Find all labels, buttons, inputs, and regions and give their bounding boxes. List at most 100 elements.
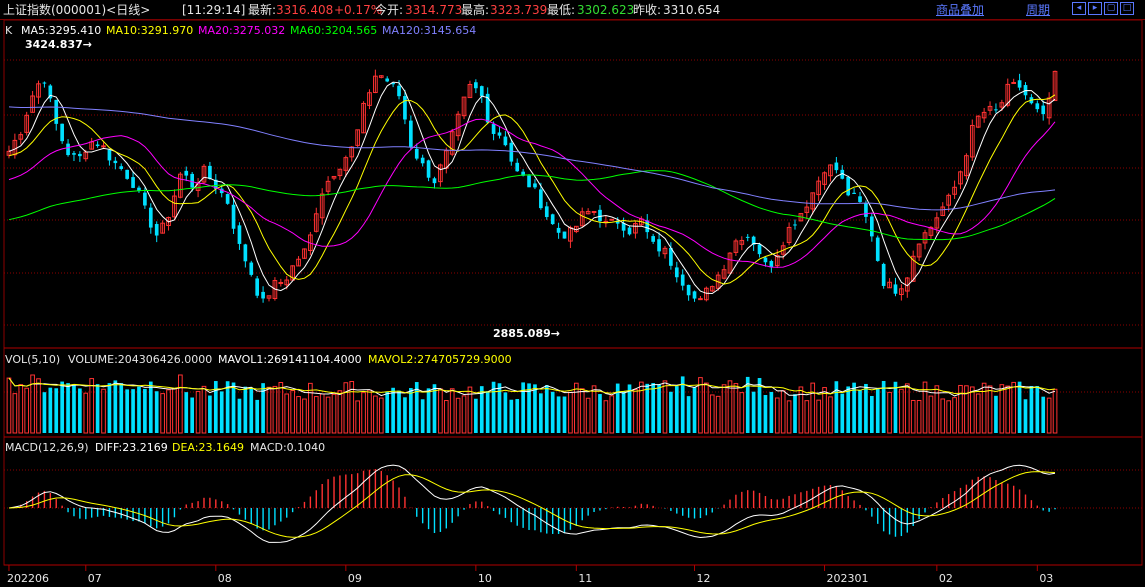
candle-body-down (137, 187, 141, 191)
prev-close-value: 3310.654 (663, 3, 721, 17)
ma20-legend: MA20:3275.032 (198, 24, 285, 37)
volume-bar-up (633, 388, 638, 434)
candle-body-up (278, 281, 284, 284)
k-label: K (5, 24, 13, 37)
volume-bar-down (550, 391, 555, 433)
candle-body-down (503, 136, 508, 146)
volume-bar-down (78, 388, 82, 433)
volume-bar-up (195, 390, 201, 434)
prev-arrow-icon[interactable]: ◂ (1072, 2, 1086, 15)
volume-bar-up (443, 400, 449, 434)
volume-bar-down (143, 388, 147, 433)
volume-bar-down (131, 389, 135, 433)
kline-chart[interactable]: K MA5:3295.410 MA10:3291.970 MA20:3275.0… (0, 20, 1145, 587)
volume-bar-up (981, 382, 987, 434)
volume-bar-up (899, 388, 904, 434)
volume-bar-down (237, 398, 242, 433)
volume-bar-down (645, 383, 650, 433)
volume-bar-up (609, 395, 615, 434)
candle-body-down (763, 257, 768, 263)
volume-bar-up (916, 399, 922, 434)
volume-bar-up (573, 382, 579, 434)
volume-bar-up (201, 385, 207, 434)
volume-bar-down (674, 386, 679, 433)
diff-line (8, 464, 1056, 543)
candle-body-down (509, 142, 514, 162)
volume-bar-down (864, 383, 868, 433)
volume-bar-up (780, 390, 786, 434)
candle-body-down (225, 194, 230, 204)
candle-body-down (385, 78, 390, 82)
candle-body-down (72, 153, 76, 155)
candle-body-down (208, 165, 212, 179)
candle-body-down (479, 86, 484, 97)
mavol1-value: MAVOL1:269141104.4000 (218, 353, 362, 366)
x-tick-label: 202301 (827, 572, 869, 585)
maximize-window-icon[interactable]: □ (1120, 2, 1134, 15)
high-value: 3323.739 (490, 3, 548, 17)
volume-bar-down (669, 391, 673, 433)
volume-bar-down (391, 387, 395, 433)
candle-body-down (745, 236, 750, 238)
volume-bar-up (715, 395, 721, 434)
volume-bar-down (113, 380, 118, 433)
volume-bar-down (154, 391, 159, 433)
volume-bar-up (373, 395, 378, 434)
x-axis: 202206 07 08 09 10 11 12 202301 02 03 (7, 565, 1053, 585)
candle-body-down (60, 123, 64, 142)
candle-body-down (119, 166, 124, 169)
volume-bar-down (881, 380, 886, 433)
macd-value: MACD:0.1040 (250, 441, 325, 454)
volume-bar-down (420, 399, 425, 433)
volume-bar-down (893, 381, 898, 433)
high-annotation: 3424.837→ (25, 38, 92, 51)
volume-bar-down (562, 396, 567, 433)
mavol2-value: MAVOL2:274705729.9000 (368, 353, 512, 366)
volume-bar-down (137, 386, 141, 433)
volume-bar-up (579, 388, 585, 434)
volume-bar-up (662, 380, 668, 434)
volume-bar-up (378, 397, 384, 434)
security-title: 上证指数(000001)<日线> (3, 3, 151, 17)
low-label: 最低: (547, 3, 576, 17)
volume-bar-down (515, 399, 520, 433)
period-button[interactable]: 周期 (1026, 3, 1050, 17)
volume-bar-down (621, 391, 626, 433)
volume-bar-up (302, 398, 307, 434)
volume-bar-down (556, 396, 561, 433)
ma60-legend: MA60:3204.565 (290, 24, 377, 37)
candle-body-down (95, 144, 100, 147)
candle-body-down (243, 244, 248, 262)
volume-bar-down (125, 389, 129, 433)
macd-lines (8, 464, 1056, 543)
volume-bar-up (272, 385, 278, 434)
volume-bar-down (249, 387, 254, 433)
volume-bar-up (1052, 388, 1058, 434)
candle-body-down (125, 169, 129, 179)
volume-bar-up (461, 395, 467, 434)
volume-bar-down (474, 398, 478, 433)
ma5-legend: MA5:3295.410 (21, 24, 101, 37)
next-arrow-icon[interactable]: ▸ (1088, 2, 1102, 15)
volume-bar-up (987, 385, 993, 434)
candle-body-up (609, 218, 615, 221)
candle-body-up (101, 145, 106, 148)
candle-body-down (515, 162, 520, 172)
candle-body-down (231, 204, 236, 229)
candle-body-down (881, 263, 886, 286)
candle-body-down (261, 291, 265, 299)
volume-bar-down (95, 384, 100, 433)
volume-bar-down (148, 381, 153, 433)
vol-label: VOL(5,10) (5, 353, 60, 366)
volume-bar-up (266, 386, 272, 434)
volume-bar-up (739, 392, 745, 434)
volume-bars (6, 374, 1058, 434)
restore-window-icon[interactable]: ▢ (1104, 2, 1118, 15)
candle-body-down (846, 176, 851, 196)
candle-body-down (834, 162, 839, 171)
overlay-button[interactable]: 商品叠加 (936, 3, 984, 17)
volume-bar-up (101, 388, 106, 434)
x-tick-label: 09 (348, 572, 362, 585)
volume-bar-down (539, 393, 543, 433)
volume-bar-down (397, 390, 401, 433)
